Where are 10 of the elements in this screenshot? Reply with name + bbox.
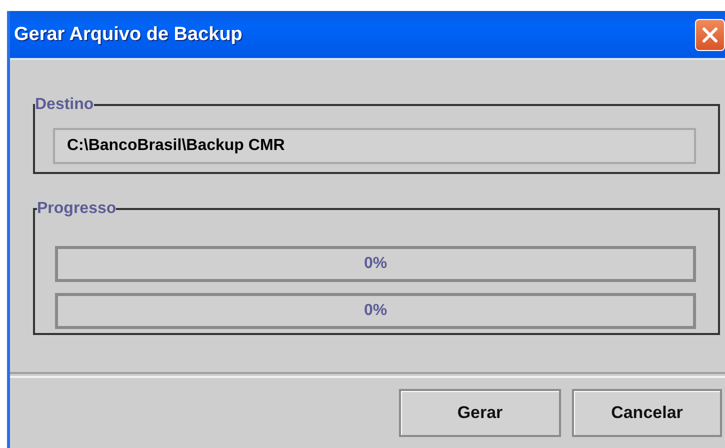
close-button[interactable] bbox=[695, 18, 725, 50]
group-label: Destino bbox=[35, 96, 94, 114]
progress-reading: 0% bbox=[364, 302, 388, 320]
close-icon bbox=[701, 26, 719, 44]
group-label: Progresso bbox=[37, 200, 116, 218]
dialog-button[interactable]: Gerar bbox=[399, 389, 561, 437]
dialog-button[interactable]: Cancelar bbox=[572, 389, 722, 437]
path-field[interactable]: C:\BancoBrasil\Backup CMR bbox=[53, 128, 696, 164]
progress-reading: 0% bbox=[364, 255, 388, 273]
window-title: Gerar Arquivo de Backup bbox=[13, 24, 242, 46]
